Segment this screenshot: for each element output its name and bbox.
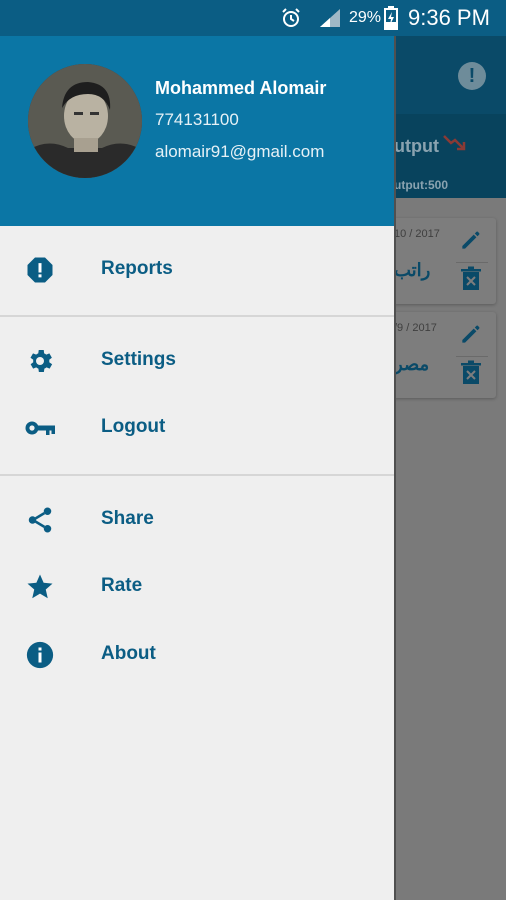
edit-icon[interactable] <box>458 226 484 254</box>
menu-item-about[interactable]: About <box>0 627 394 683</box>
menu-item-reports[interactable]: Reports <box>0 242 394 298</box>
star-icon <box>24 571 56 603</box>
drawer-shadow <box>394 36 396 900</box>
status-time: 9:36 PM <box>408 5 490 30</box>
menu-item-label: About <box>101 643 156 664</box>
delete-icon[interactable] <box>460 360 482 388</box>
gear-icon <box>24 345 56 377</box>
menu-divider <box>0 474 394 476</box>
share-icon <box>24 504 56 536</box>
background-app: ! utput utput:500 10 / 2017 راتب /9 / 20… <box>394 36 506 900</box>
record-card[interactable]: 10 / 2017 راتب <box>394 218 496 304</box>
menu-item-label: Rate <box>101 575 143 596</box>
info-icon <box>24 639 56 671</box>
battery-charging-icon <box>384 0 398 36</box>
summary-total: utput:500 <box>394 178 448 192</box>
card-divider <box>456 262 488 263</box>
user-phone: 774131100 <box>155 110 239 129</box>
menu-item-share[interactable]: Share <box>0 492 394 548</box>
summary-panel: utput utput:500 <box>394 114 506 198</box>
drawer-header: Mohammed Alomair 774131100 alomair91@gma… <box>0 36 394 226</box>
signal-icon <box>318 0 342 36</box>
card-title: مصر <box>394 354 430 374</box>
card-title: راتب <box>394 260 431 280</box>
record-card[interactable]: /9 / 2017 مصر <box>394 312 496 398</box>
navigation-drawer: Mohammed Alomair 774131100 alomair91@gma… <box>0 36 394 900</box>
summary-label: utput <box>394 136 439 156</box>
menu-item-label: Settings <box>101 349 176 370</box>
card-date: 10 / 2017 <box>394 228 440 240</box>
app-toolbar: ! <box>394 36 506 114</box>
alert-icon[interactable]: ! <box>458 62 486 90</box>
avatar[interactable] <box>28 64 142 178</box>
menu-item-label: Logout <box>101 416 166 437</box>
battery-percent: 29% <box>349 9 382 26</box>
delete-icon[interactable] <box>460 266 482 294</box>
menu-item-label: Reports <box>101 258 173 279</box>
menu-item-logout[interactable]: Logout <box>0 400 394 456</box>
user-name: Mohammed Alomair <box>155 78 327 98</box>
card-date: /9 / 2017 <box>394 322 437 334</box>
status-bar: 29% 9:36 PM <box>0 0 506 36</box>
card-divider <box>456 356 488 357</box>
edit-icon[interactable] <box>458 320 484 348</box>
trend-down-icon <box>442 132 466 158</box>
menu-divider <box>0 315 394 317</box>
menu-item-settings[interactable]: Settings <box>0 333 394 389</box>
key-icon <box>24 412 56 444</box>
menu-item-rate[interactable]: Rate <box>0 559 394 615</box>
menu-item-label: Share <box>101 508 154 529</box>
alarm-icon <box>279 0 303 36</box>
report-alert-icon <box>24 254 56 286</box>
user-email: alomair91@gmail.com <box>155 142 325 161</box>
